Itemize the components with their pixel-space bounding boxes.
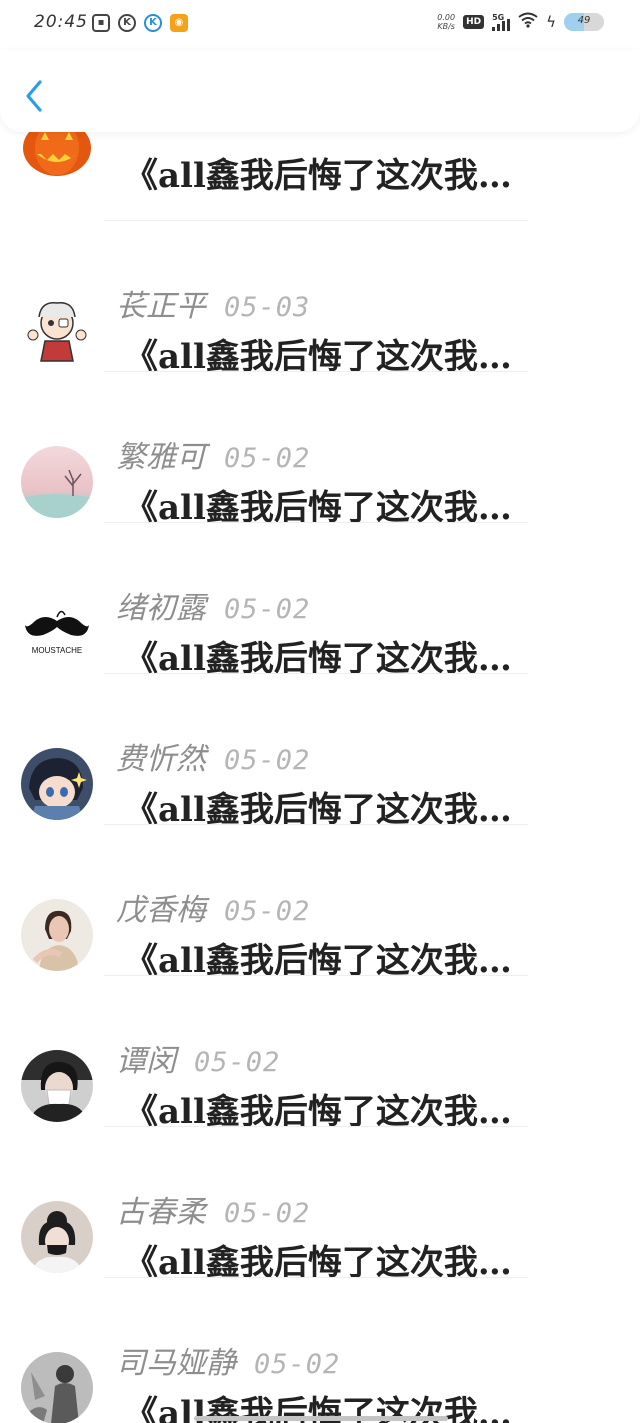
comment-header: 古春柔 05-02 bbox=[116, 1187, 310, 1231]
battery-icon: 49 bbox=[564, 13, 604, 31]
user-name[interactable]: 繁雅可 bbox=[116, 432, 206, 476]
user-name[interactable]: 谭闵 bbox=[116, 1036, 176, 1080]
comment-header: 费忻然 05-02 bbox=[116, 734, 310, 778]
comment-header: 谭闵 05-02 bbox=[116, 1036, 280, 1080]
divider bbox=[104, 522, 528, 523]
status-icons-left: ▪ K K ◉ bbox=[92, 14, 188, 32]
comment-item[interactable]: 谭闵 05-02 《all鑫我后悔了这次我… bbox=[0, 1022, 640, 1173]
k-blue-icon: K bbox=[144, 14, 162, 32]
avatar-brand-text: MOUSTACHE bbox=[32, 646, 83, 655]
comment-header: 繁雅可 05-02 bbox=[116, 432, 310, 476]
avatar[interactable] bbox=[21, 1201, 93, 1273]
user-name[interactable]: 戊香梅 bbox=[116, 885, 206, 929]
comment-date: 05-02 bbox=[224, 1198, 311, 1229]
comment-header: 戊香梅 05-02 bbox=[116, 885, 310, 929]
comment-date: 05-02 bbox=[254, 1349, 341, 1380]
divider bbox=[104, 824, 528, 825]
user-name[interactable]: 古春柔 bbox=[116, 1187, 206, 1231]
comment-item[interactable]: 苌正平 05-03 《all鑫我后悔了这次我… bbox=[0, 267, 640, 418]
signal-icon: 5G bbox=[492, 13, 511, 31]
comment-date: 05-02 bbox=[224, 745, 311, 776]
comment-date: 05-02 bbox=[224, 896, 311, 927]
user-name[interactable]: 苌正平 bbox=[116, 281, 206, 325]
comment-item[interactable]: 戊香梅 05-02 《all鑫我后悔了这次我… bbox=[0, 871, 640, 1022]
status-bar: 20:45 ▪ K K ◉ 0.00 KB/s HD 5G ϟ 49 bbox=[0, 0, 640, 50]
comment-header: 苌正平 05-03 bbox=[116, 281, 310, 325]
wifi-icon bbox=[518, 12, 538, 32]
top-nav-bar bbox=[0, 50, 640, 132]
avatar[interactable] bbox=[21, 748, 93, 820]
divider bbox=[104, 371, 528, 372]
comment-header: 绪初露 05-02 bbox=[116, 583, 310, 627]
divider bbox=[104, 1277, 528, 1278]
avatar[interactable] bbox=[21, 899, 93, 971]
home-indicator[interactable] bbox=[194, 1416, 448, 1421]
hd-badge: HD bbox=[463, 15, 485, 29]
status-icons-right: 0.00 KB/s HD 5G ϟ 49 bbox=[437, 12, 604, 32]
back-button[interactable] bbox=[20, 78, 50, 114]
comment-item[interactable]: 司马娅静 05-02 《all鑫我后悔了这次我… bbox=[0, 1324, 640, 1423]
user-name[interactable]: 费忻然 bbox=[116, 734, 206, 778]
comment-item[interactable]: 古春柔 05-02 《all鑫我后悔了这次我… bbox=[0, 1173, 640, 1324]
comment-item[interactable]: 繁雅可 05-02 《all鑫我后悔了这次我… bbox=[0, 418, 640, 569]
avatar[interactable]: MOUSTACHE bbox=[21, 597, 93, 669]
user-name[interactable]: 司马娅静 bbox=[116, 1338, 236, 1382]
chevron-left-icon bbox=[26, 80, 42, 112]
battery-percent: 49 bbox=[577, 15, 591, 26]
divider bbox=[104, 673, 528, 674]
status-time: 20:45 bbox=[34, 12, 88, 32]
divider bbox=[104, 1126, 528, 1127]
comment-date: 05-03 bbox=[224, 292, 311, 323]
comment-date: 05-02 bbox=[224, 443, 311, 474]
divider bbox=[104, 220, 528, 221]
k-circle-icon: K bbox=[118, 14, 136, 32]
comment-item[interactable]: MOUSTACHE 绪初露 05-02 《all鑫我后悔了这次我… bbox=[0, 569, 640, 720]
avatar[interactable] bbox=[21, 446, 93, 518]
comment-date: 05-02 bbox=[224, 594, 311, 625]
avatar[interactable] bbox=[21, 1352, 93, 1423]
tv-icon: ▪ bbox=[92, 14, 110, 32]
network-speed-value: 0.00 bbox=[437, 13, 456, 22]
comment-list: 《all鑫我后悔了这次我… 苌正平 05-03 《all鑫我后悔了这次我… 繁雅可 05-… bbox=[0, 0, 640, 1423]
comment-text[interactable]: 《all鑫我后悔了这次我… bbox=[124, 148, 599, 197]
comment-item[interactable]: 《all鑫我后悔了这次我… bbox=[0, 108, 640, 267]
network-speed: 0.00 KB/s bbox=[437, 13, 455, 31]
network-speed-unit: KB/s bbox=[437, 22, 455, 31]
weibo-icon: ◉ bbox=[170, 14, 188, 32]
comment-date: 05-02 bbox=[194, 1047, 281, 1078]
avatar[interactable] bbox=[21, 295, 93, 367]
avatar[interactable] bbox=[21, 1050, 93, 1122]
comment-item[interactable]: 费忻然 05-02 《all鑫我后悔了这次我… bbox=[0, 720, 640, 871]
charging-icon: ϟ bbox=[546, 13, 556, 31]
divider bbox=[104, 975, 528, 976]
user-name[interactable]: 绪初露 bbox=[116, 583, 206, 627]
network-type-label: 5G bbox=[492, 13, 505, 22]
comment-header: 司马娅静 05-02 bbox=[116, 1338, 340, 1382]
